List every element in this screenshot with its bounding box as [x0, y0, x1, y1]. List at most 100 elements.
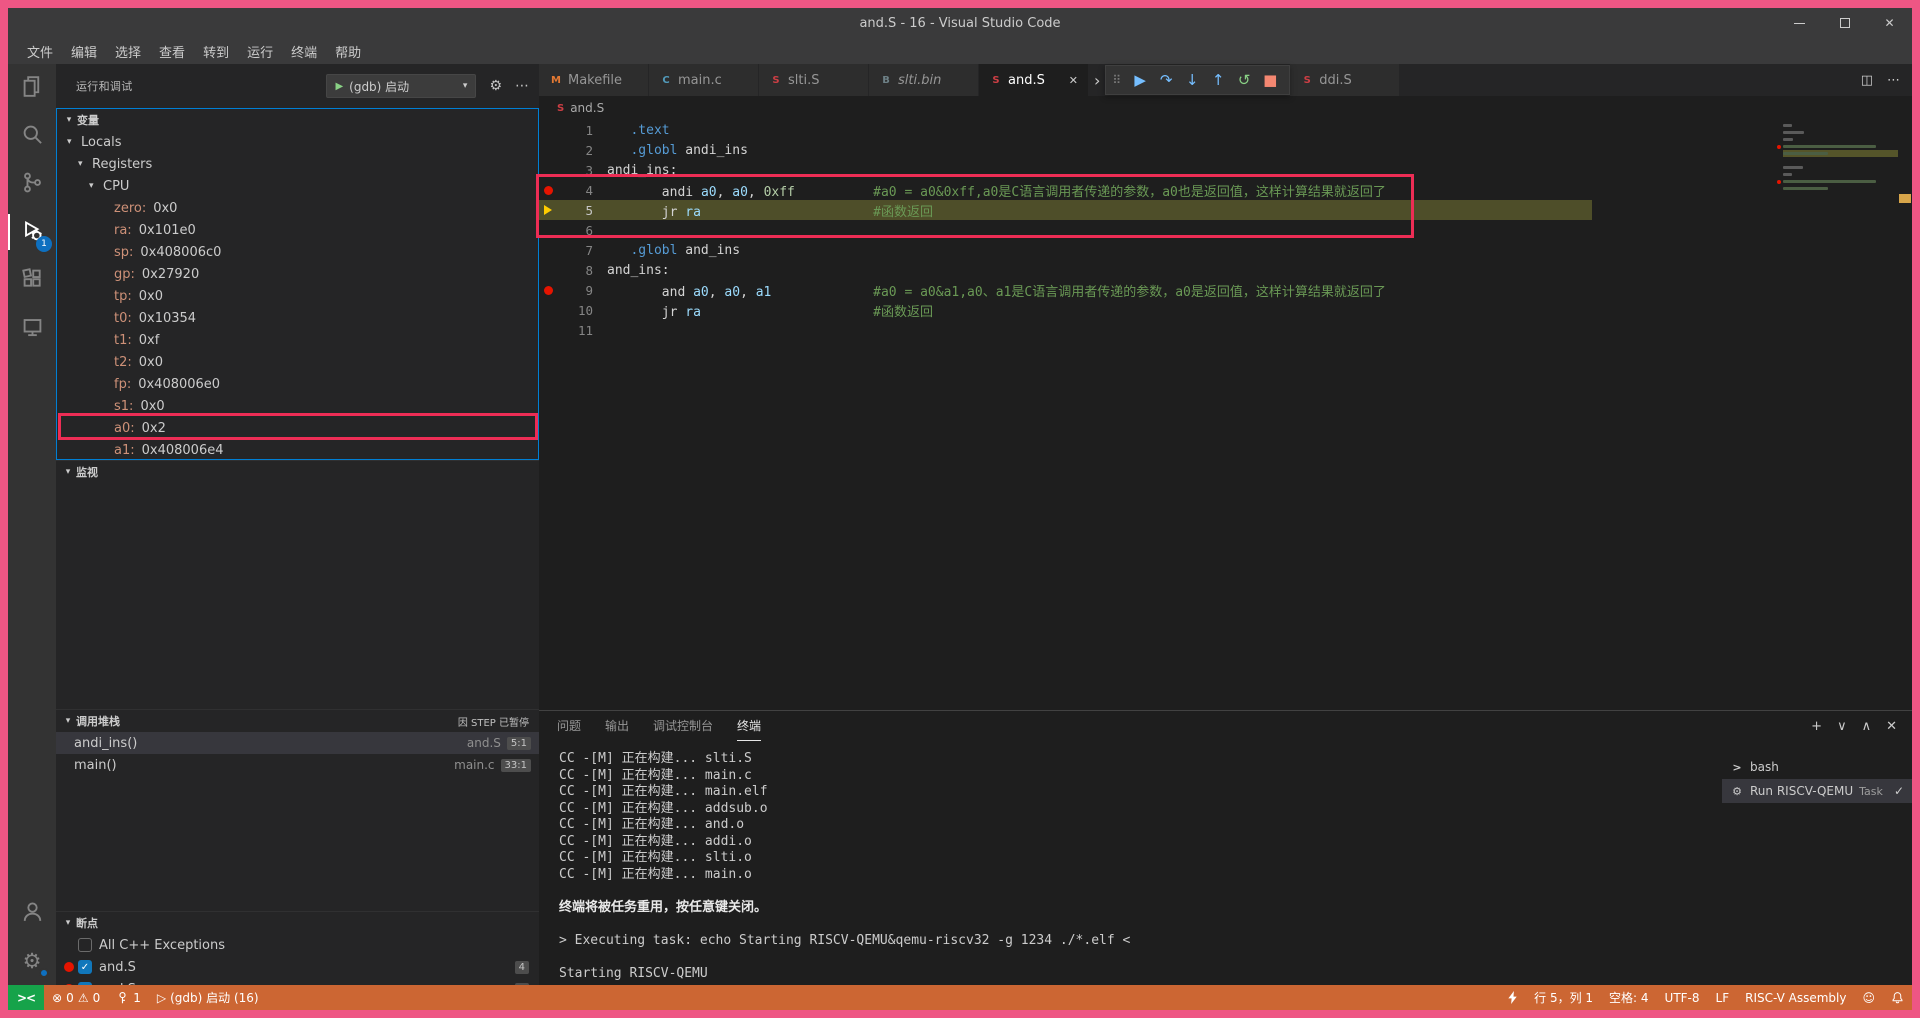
step-into-button[interactable]: ↓ — [1179, 71, 1205, 89]
maximize-button[interactable] — [1822, 8, 1867, 38]
step-out-button[interactable]: ↑ — [1205, 71, 1231, 89]
variable-row[interactable]: ra:0x101e0 — [57, 219, 538, 241]
close-button[interactable]: ✕ — [1867, 8, 1912, 38]
breakpoint-checkbox[interactable] — [78, 938, 92, 952]
variable-row[interactable]: fp:0x408006e0 — [57, 373, 538, 395]
minimize-button[interactable] — [1777, 8, 1822, 38]
variable-row[interactable]: ▾Locals — [57, 131, 538, 153]
line-gutter[interactable]: 8 — [539, 260, 607, 280]
minimap[interactable] — [1783, 120, 1898, 199]
settings-button[interactable]: ⚙ — [8, 937, 56, 985]
debug-config-dropdown[interactable]: ▶ (gdb) 启动 ▾ — [326, 74, 476, 98]
ports-status[interactable]: 1 — [108, 985, 149, 1010]
start-debugging-icon[interactable]: ▶ — [335, 81, 343, 92]
terminal-output[interactable]: CC -[M] 正在构建... slti.SCC -[M] 正在构建... ma… — [539, 741, 1722, 985]
menu-item[interactable]: 终端 — [282, 42, 326, 61]
line-gutter[interactable]: 10 — [539, 300, 607, 320]
editor-more-actions-button[interactable]: ⋯ — [1887, 73, 1900, 88]
line-gutter[interactable]: 3 — [539, 160, 607, 180]
feedback-status[interactable]: ☺ — [1854, 985, 1883, 1010]
variable-row[interactable]: a0:0x2 — [57, 417, 538, 439]
line-gutter[interactable]: 4 — [539, 180, 607, 200]
panel-tab[interactable]: 调试控制台 — [653, 711, 713, 741]
line-gutter[interactable]: 1 — [539, 120, 607, 140]
editor-tab[interactable]: Sslti.S — [759, 64, 869, 96]
variable-row[interactable]: gp:0x27920 — [57, 263, 538, 285]
variable-row[interactable]: t1:0xf — [57, 329, 538, 351]
code-line[interactable]: 7 .globl and_ins — [539, 240, 1912, 260]
editor-tab[interactable]: Bslti.bin — [869, 64, 979, 96]
sidebar-item-run-debug[interactable]: 1 — [8, 208, 56, 256]
sidebar-item-search[interactable] — [8, 112, 56, 160]
variable-row[interactable]: tp:0x0 — [57, 285, 538, 307]
variable-row[interactable]: sp:0x408006c0 — [57, 241, 538, 263]
variable-row[interactable]: t0:0x10354 — [57, 307, 538, 329]
breakpoint-checkbox[interactable]: ✓ — [78, 960, 92, 974]
language-status[interactable]: RISC-V Assembly — [1737, 985, 1854, 1010]
breadcrumb[interactable]: S and.S — [539, 96, 1912, 120]
sidebar-item-extensions[interactable] — [8, 256, 56, 304]
watch-pane-header[interactable]: ▾ 监视 — [56, 461, 539, 483]
restart-button[interactable]: ↺ — [1231, 71, 1257, 89]
panel-tab[interactable]: 输出 — [605, 711, 629, 741]
continue-button[interactable]: ▶ — [1127, 71, 1153, 89]
sidebar-item-remote-explorer[interactable] — [8, 304, 56, 352]
variable-row[interactable]: ▾CPU — [57, 175, 538, 197]
code-editor[interactable]: 1 .text2 .globl andi_ins3andi_ins:4 andi… — [539, 120, 1912, 710]
code-line[interactable]: 10 jr ra #函数返回 — [539, 300, 1912, 320]
menu-item[interactable]: 选择 — [106, 42, 150, 61]
menu-item[interactable]: 运行 — [238, 42, 282, 61]
breakpoints-pane-header[interactable]: ▾ 断点 — [56, 912, 539, 934]
panel-tab[interactable]: 终端 — [737, 711, 761, 741]
variable-row[interactable]: zero:0x0 — [57, 197, 538, 219]
stop-button[interactable]: ■ — [1257, 71, 1283, 89]
variable-row[interactable]: s1:0x0 — [57, 395, 538, 417]
editor-tab[interactable]: Sand.S✕ — [979, 64, 1089, 96]
code-line[interactable]: 3andi_ins: — [539, 160, 1912, 180]
menu-item[interactable]: 编辑 — [62, 42, 106, 61]
code-line[interactable]: 1 .text — [539, 120, 1912, 140]
close-icon[interactable]: ✕ — [1059, 74, 1078, 87]
notifications-status[interactable] — [1883, 985, 1912, 1010]
menu-item[interactable]: 查看 — [150, 42, 194, 61]
accounts-button[interactable] — [8, 889, 56, 937]
encoding-status[interactable]: UTF-8 — [1657, 985, 1708, 1010]
variables-pane-header[interactable]: ▾ 变量 — [57, 109, 538, 131]
menu-item[interactable]: 文件 — [18, 42, 62, 61]
variable-row[interactable]: ▾Registers — [57, 153, 538, 175]
panel-tab[interactable]: 问题 — [557, 711, 581, 741]
variable-row[interactable]: t2:0x0 — [57, 351, 538, 373]
breakpoint-row[interactable]: All C++ Exceptions — [56, 934, 539, 956]
editor-tab[interactable]: Sddi.S — [1290, 64, 1400, 96]
code-line[interactable]: 11 — [539, 320, 1912, 340]
code-line[interactable]: 6 — [539, 220, 1912, 240]
gear-icon[interactable]: ⚙ — [489, 78, 502, 94]
line-gutter[interactable]: 9 — [539, 280, 607, 300]
chevron-right-icon[interactable]: › — [1089, 64, 1105, 96]
menu-item[interactable]: 转到 — [194, 42, 238, 61]
code-line[interactable]: 9 and a0, a0, a1 #a0 = a0&a1,a0、a1是C语言调用… — [539, 280, 1912, 300]
menu-item[interactable]: 帮助 — [326, 42, 370, 61]
eol-status[interactable]: LF — [1708, 985, 1738, 1010]
sidebar-item-explorer[interactable] — [8, 64, 56, 112]
breakpoint-row[interactable]: ✓and.S4 — [56, 956, 539, 978]
editor-tab[interactable]: Cmain.c — [649, 64, 759, 96]
editor-tab[interactable]: MMakefile — [539, 64, 649, 96]
cursor-position-status[interactable]: 行 5，列 1 — [1526, 985, 1601, 1010]
line-gutter[interactable]: 11 — [539, 320, 607, 340]
debug-session-status[interactable]: ▷ (gdb) 启动 (16) — [149, 985, 267, 1010]
terminal-list-item[interactable]: >bash — [1722, 755, 1912, 779]
drag-handle-icon[interactable]: ⠿ — [1112, 73, 1121, 87]
variable-row[interactable]: a1:0x408006e4 — [57, 439, 538, 459]
terminal-profile-dropdown[interactable]: ∨ — [1837, 719, 1847, 734]
terminal-list-item[interactable]: ⚙Run RISCV-QEMUTask✓ — [1722, 779, 1912, 803]
new-terminal-button[interactable]: + — [1811, 719, 1822, 734]
more-actions-icon[interactable]: ⋯ — [515, 78, 529, 94]
code-line[interactable]: 4 andi a0, a0, 0xff #a0 = a0&0xff,a0是C语言… — [539, 180, 1912, 200]
maximize-panel-button[interactable]: ∧ — [1862, 719, 1872, 734]
close-panel-button[interactable]: ✕ — [1886, 719, 1897, 734]
overview-ruler[interactable] — [1898, 120, 1912, 710]
line-gutter[interactable]: 6 — [539, 220, 607, 240]
code-line[interactable]: 5 jr ra #函数返回 — [539, 200, 1912, 220]
power-status[interactable] — [1500, 985, 1526, 1010]
